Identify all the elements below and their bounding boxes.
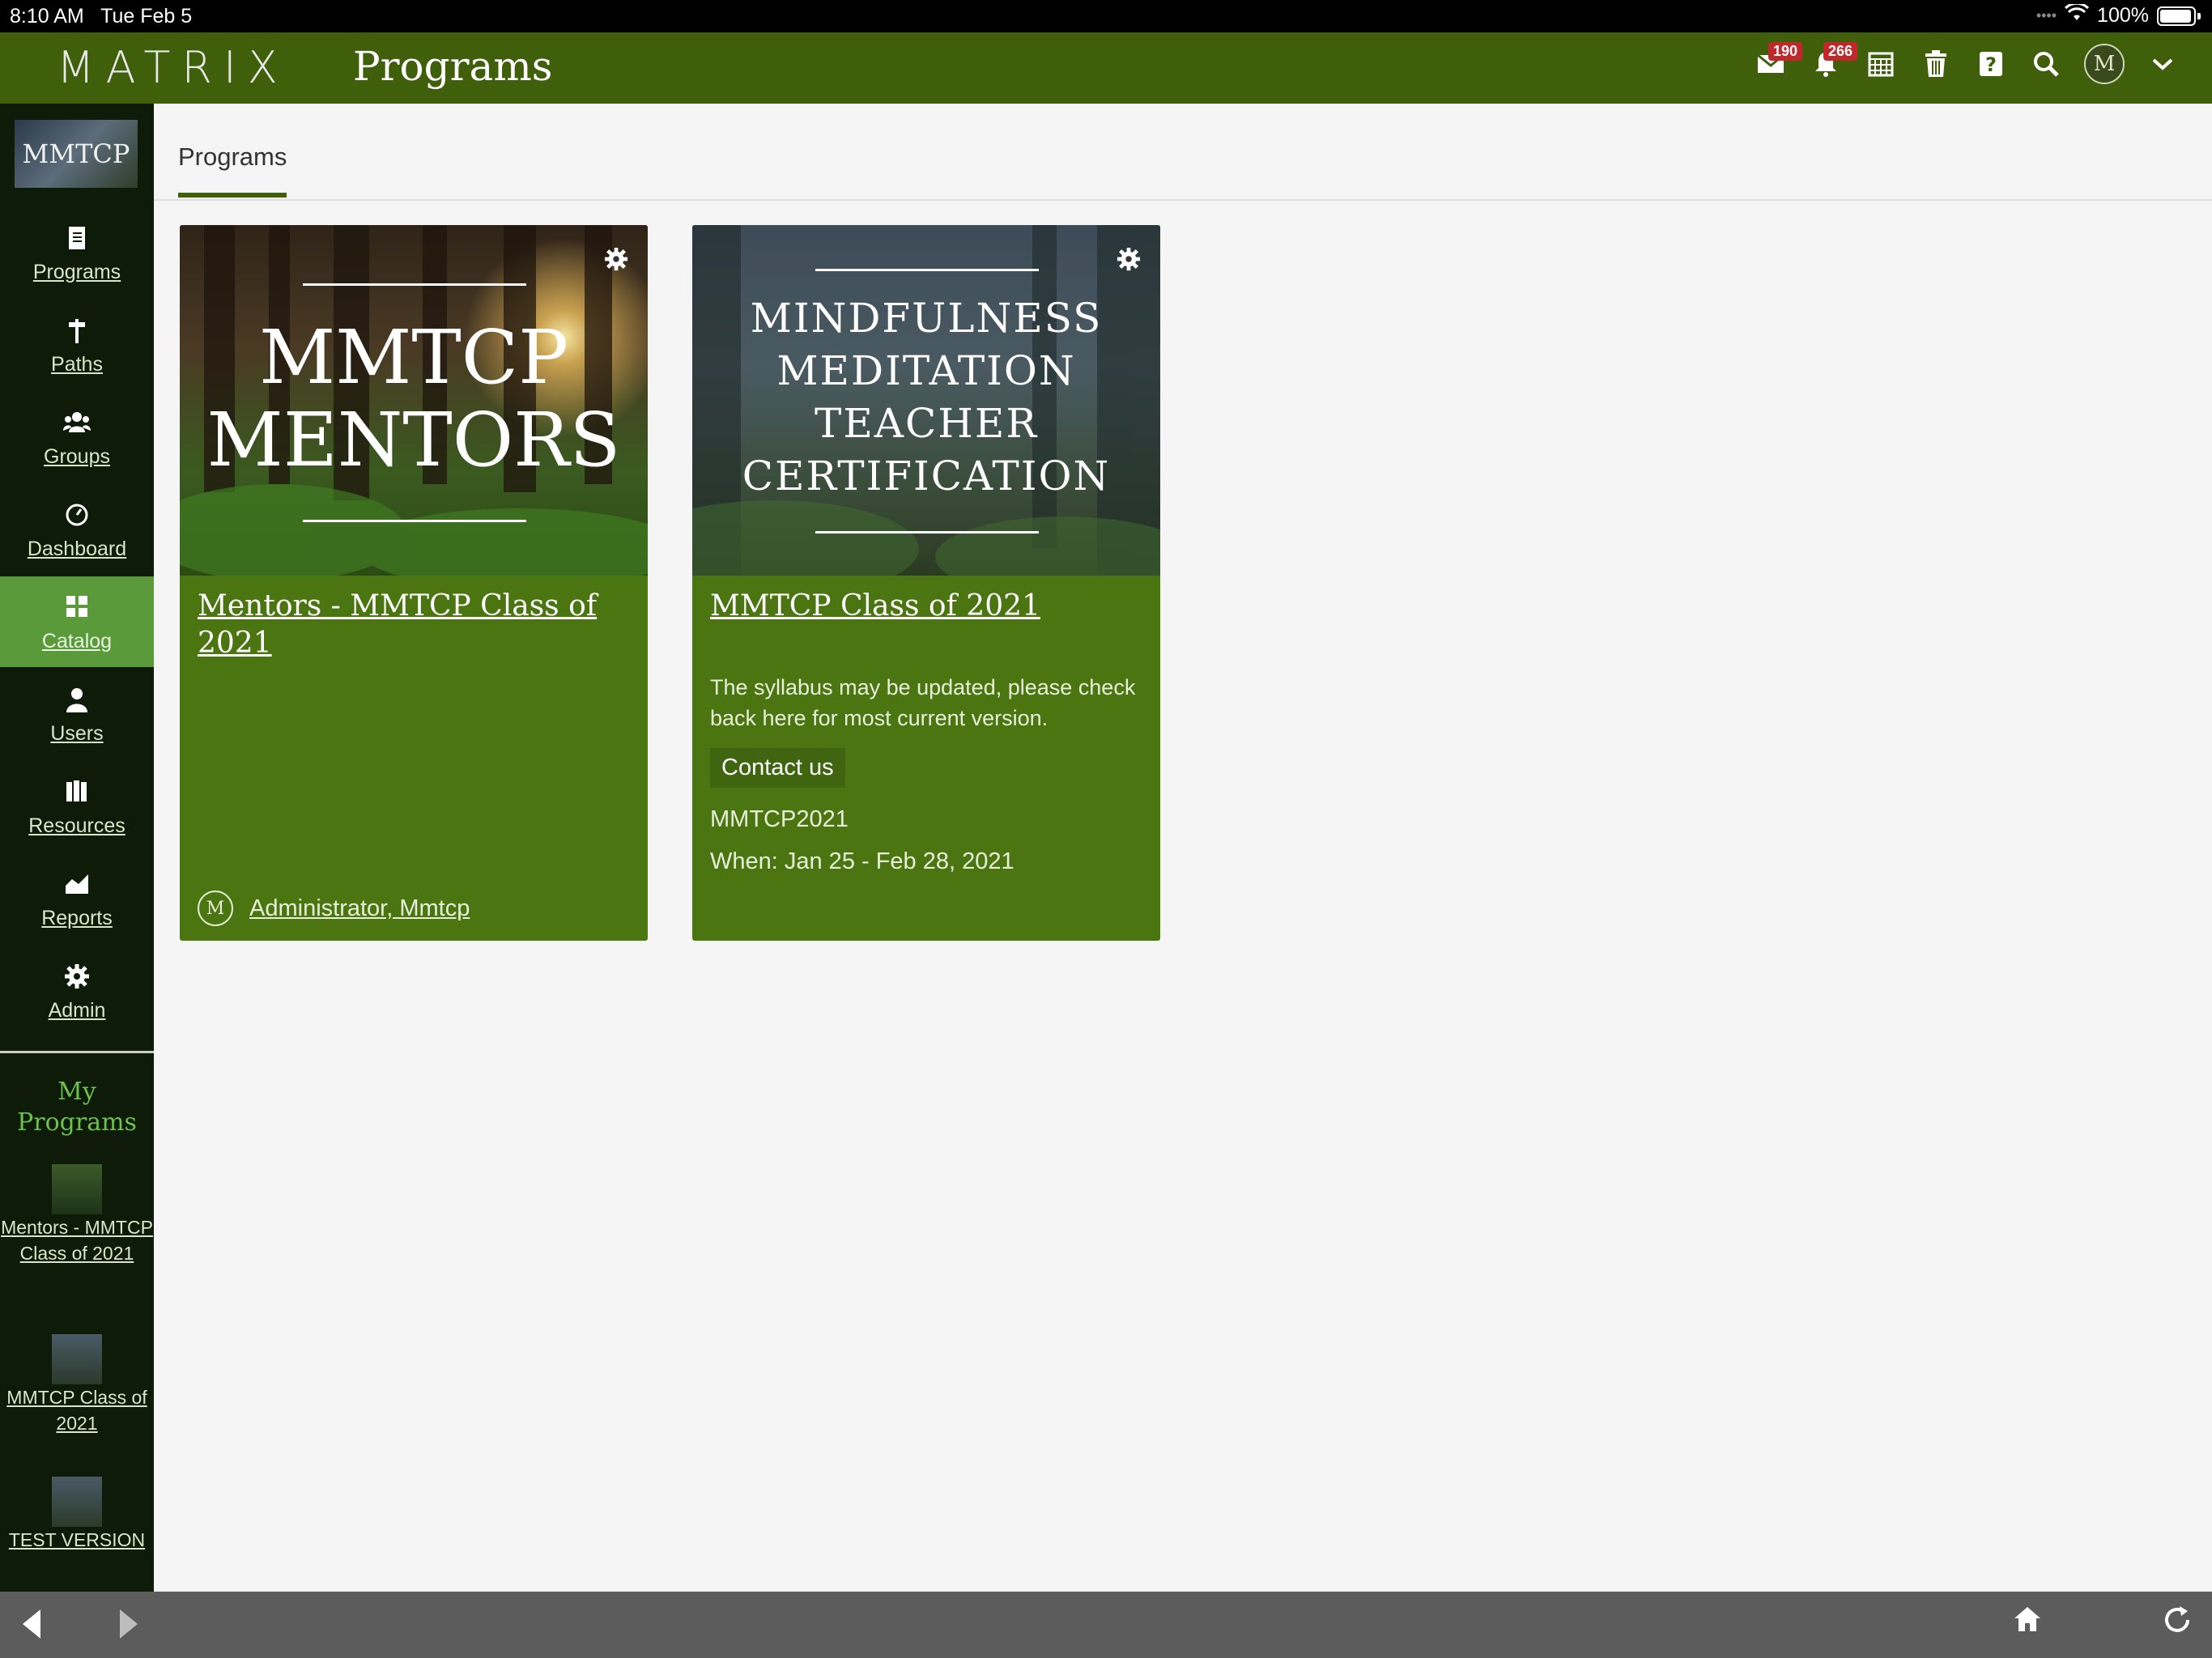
user-icon <box>0 687 154 719</box>
sidebar: MMTCP Programs Paths Groups Dashboard Ca… <box>0 104 154 1592</box>
sidebar-item-resources[interactable]: Resources <box>0 761 154 852</box>
my-programs-heading: My Programs <box>17 1078 137 1137</box>
hero-rule-top <box>815 269 1039 271</box>
hero-rule-top <box>303 283 526 286</box>
forward-arrow-icon[interactable] <box>120 1609 138 1639</box>
program-thumbnail <box>52 1334 102 1384</box>
home-icon[interactable] <box>2013 1605 2042 1641</box>
chart-icon <box>0 871 154 902</box>
program-thumbnail <box>52 1477 102 1527</box>
calendar-icon[interactable] <box>1864 44 1898 84</box>
sidebar-item-paths[interactable]: Paths <box>0 300 154 390</box>
books-icon <box>0 779 154 810</box>
battery-percent: 100% <box>2097 4 2149 27</box>
sidebar-item-programs[interactable]: Programs <box>0 207 154 298</box>
tab-bar: Programs <box>154 104 2212 201</box>
svg-text:?: ? <box>1985 53 1997 76</box>
search-icon[interactable] <box>2029 44 2063 84</box>
program-title-link[interactable]: Mentors - MMTCP Class of 2021 <box>198 588 619 662</box>
wifi-icon <box>2064 2 2090 28</box>
program-thumbnail <box>52 1164 102 1214</box>
sidebar-item-dashboard[interactable]: Dashboard <box>0 484 154 575</box>
tab-programs[interactable]: Programs <box>178 142 287 198</box>
sidebar-item-admin[interactable]: Admin <box>0 946 154 1036</box>
contact-us-button[interactable]: Contact us <box>710 748 845 788</box>
notifications-badge: 266 <box>1823 42 1858 61</box>
status-bar: 8:10 AM Tue Feb 5 •••• 100% <box>0 0 2212 32</box>
my-program-item[interactable]: TEST VERSION <box>0 1477 154 1553</box>
battery-tip <box>2197 12 2201 19</box>
sidebar-divider <box>0 1051 154 1053</box>
signal-dots-icon: •••• <box>2035 7 2057 23</box>
sidebar-item-catalog[interactable]: Catalog <box>0 576 154 667</box>
hero-line-4: CERTIFICATION <box>742 453 1111 500</box>
trash-icon[interactable] <box>1919 44 1953 84</box>
hero-line-1: MINDFULNESS <box>750 295 1103 342</box>
sidebar-item-label: Paths <box>51 353 103 376</box>
my-program-item[interactable]: MMTCP Class of 2021 <box>0 1334 154 1436</box>
battery-icon <box>2157 6 2196 26</box>
sidebar-item-users[interactable]: Users <box>0 669 154 759</box>
notifications-icon[interactable]: 266 <box>1809 42 1858 84</box>
sidebar-item-groups[interactable]: Groups <box>0 392 154 483</box>
header-toolbar: 190 266 ? M <box>1754 42 2180 84</box>
hero-line-2: MENTORS <box>206 397 621 483</box>
hero-line-2: MEDITATION <box>776 347 1076 394</box>
sidebar-item-label: Dashboard <box>27 538 127 560</box>
program-title-link[interactable]: MMTCP Class of 2021 <box>710 588 1131 625</box>
program-card[interactable]: MINDFULNESS MEDITATION TEACHER CERTIFICA… <box>692 225 1160 941</box>
status-time: 8:10 AM Tue Feb 5 <box>10 5 193 28</box>
sidebar-item-label: Groups <box>44 445 110 468</box>
app-logo[interactable]: MATRIX <box>57 42 289 93</box>
sidebar-logo[interactable]: MMTCP <box>15 120 138 188</box>
inbox-icon[interactable]: 190 <box>1754 42 1803 84</box>
refresh-icon[interactable] <box>2162 1605 2193 1643</box>
sidebar-item-reports[interactable]: Reports <box>0 853 154 944</box>
sidebar-item-label: Users <box>50 722 104 745</box>
sidebar-item-label: Programs <box>32 261 121 283</box>
gear-icon <box>0 963 154 996</box>
user-avatar[interactable]: M <box>2084 44 2125 84</box>
hero-line-1: MMTCP <box>258 314 569 401</box>
sidebar-item-label: Resources <box>28 814 125 837</box>
program-hero-image[interactable]: MINDFULNESS MEDITATION TEACHER CERTIFICA… <box>692 225 1160 576</box>
back-arrow-icon[interactable] <box>23 1609 40 1639</box>
program-dates: When: Jan 25 - Feb 28, 2021 <box>710 848 1015 874</box>
sidebar-item-label: Catalog <box>41 630 113 653</box>
status-right: •••• 100% <box>2035 2 2201 28</box>
program-description: The syllabus may be updated, please chec… <box>710 675 1136 730</box>
inbox-badge: 190 <box>1768 42 1803 61</box>
sidebar-item-label: Reports <box>41 907 113 929</box>
hero-line-3: TEACHER <box>815 400 1038 447</box>
grid-icon <box>0 594 154 625</box>
sidebar-item-label: Admin <box>48 999 106 1022</box>
card-settings-gear-icon[interactable] <box>604 244 628 279</box>
program-card[interactable]: MMTCP MENTORS Mentors - MMTCP Class of 2… <box>180 225 648 941</box>
card-settings-gear-icon[interactable] <box>1117 244 1141 279</box>
my-program-item[interactable]: Mentors - MMTCP Class of 2021 <box>0 1164 154 1266</box>
app-header: MATRIX Programs 190 266 ? M <box>0 32 2212 104</box>
signpost-icon <box>0 317 154 350</box>
my-program-label: Mentors - MMTCP Class of 2021 <box>1 1217 153 1264</box>
page-title: Programs <box>353 43 553 90</box>
program-hero-image[interactable]: MMTCP MENTORS <box>180 225 648 576</box>
my-program-label: MMTCP Class of 2021 <box>6 1387 147 1434</box>
program-author[interactable]: M Administrator, Mmtcp <box>198 891 470 926</box>
my-program-label: TEST VERSION <box>8 1529 146 1550</box>
book-icon <box>0 225 154 257</box>
help-icon[interactable]: ? <box>1974 44 2008 84</box>
author-avatar: M <box>198 891 233 926</box>
hero-rule-bottom <box>303 520 526 522</box>
browser-bottom-bar <box>0 1592 2212 1658</box>
chevron-down-icon[interactable] <box>2146 44 2180 84</box>
program-code: MMTCP2021 <box>710 806 849 832</box>
author-name-link[interactable]: Administrator, Mmtcp <box>249 895 470 922</box>
users-group-icon <box>0 410 154 440</box>
dashboard-icon <box>0 502 154 534</box>
hero-rule-bottom <box>815 531 1039 534</box>
